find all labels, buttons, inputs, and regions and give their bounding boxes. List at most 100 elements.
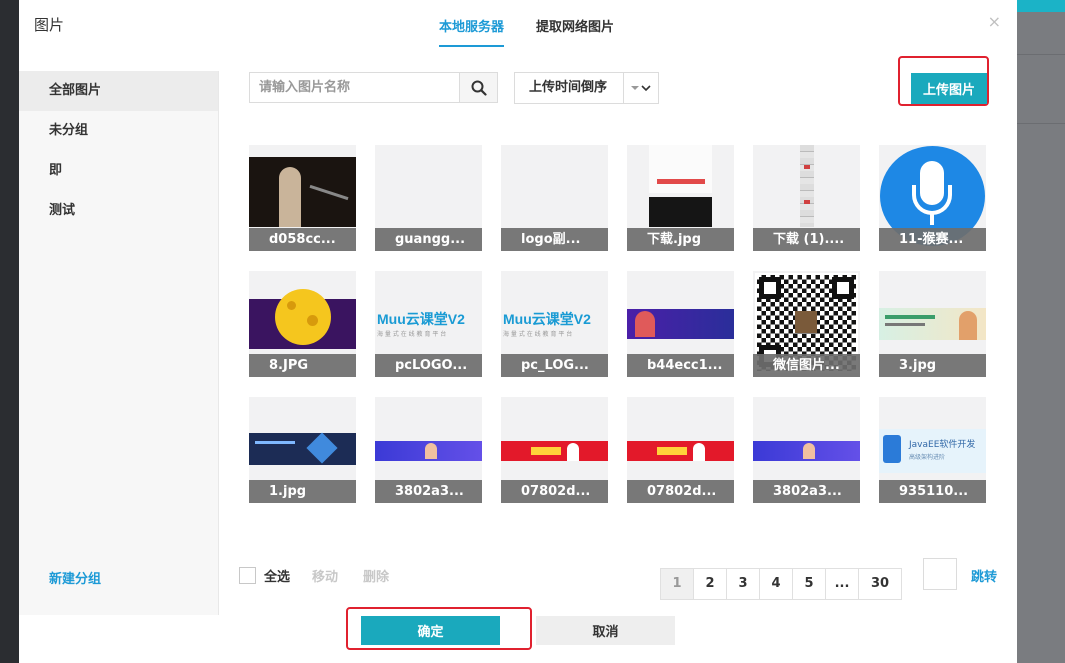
dialog-title: 图片 <box>34 16 65 34</box>
chevron-down-icon[interactable] <box>623 73 658 103</box>
thumbnail-art <box>425 443 437 459</box>
source-tabs: 本地服务器 提取网络图片 <box>439 16 646 47</box>
image-thumbnail[interactable]: 07802d... <box>627 397 734 503</box>
image-caption: 下载 (1).... <box>753 228 860 251</box>
thumbnail-art <box>930 213 934 225</box>
delete-button[interactable]: 删除 <box>363 566 389 585</box>
select-all-checkbox[interactable] <box>239 567 256 584</box>
thumbnail-art <box>635 311 655 337</box>
image-thumbnail[interactable]: 下载.jpg <box>627 145 734 251</box>
image-caption: d058cc... <box>249 228 356 251</box>
thumbnail-art <box>249 157 356 227</box>
image-caption: 1.jpg <box>249 480 356 503</box>
image-caption: 3802a3... <box>753 480 860 503</box>
tab-local-server[interactable]: 本地服务器 <box>439 16 505 47</box>
thumbnail-art <box>287 301 296 310</box>
sidebar-item-ungrouped[interactable]: 未分组 <box>19 111 218 151</box>
image-caption: 3802a3... <box>375 480 482 503</box>
group-sidebar: 全部图片 未分组 即 测试 新建分组 <box>19 71 219 615</box>
tab-network-image[interactable]: 提取网络图片 <box>536 16 614 47</box>
logo-subtext: 海 量 式 在 线 教 育 平 台 <box>377 331 447 338</box>
image-caption: guangg... <box>375 228 482 251</box>
page-button[interactable]: 2 <box>694 569 727 599</box>
background-page-left <box>0 0 19 663</box>
page-button[interactable]: 1 <box>661 569 694 599</box>
thumbnail-art <box>279 167 301 227</box>
search-input[interactable] <box>250 73 459 102</box>
page-button[interactable]: 4 <box>760 569 793 599</box>
thumbnail-art <box>657 447 687 455</box>
logo-subtext: 海 量 式 在 线 教 育 平 台 <box>503 331 573 338</box>
page-button[interactable]: 30 <box>859 569 901 599</box>
logo-text: Muu云课堂V2 <box>377 311 465 327</box>
image-thumbnail[interactable]: Muu云课堂V2 海 量 式 在 线 教 育 平 台 pcLOGO... <box>375 271 482 377</box>
thumbnail-art <box>759 277 781 299</box>
image-thumbnail[interactable]: 3802a3... <box>375 397 482 503</box>
background-divider <box>1017 123 1065 124</box>
new-group-link[interactable]: 新建分组 <box>49 568 101 587</box>
logo-text: Muu云课堂V2 <box>503 311 591 327</box>
thumbnail-art <box>307 315 318 326</box>
thumbnail-art <box>804 200 810 204</box>
page-button[interactable]: 3 <box>727 569 760 599</box>
image-thumbnail[interactable]: 8.JPG <box>249 271 356 377</box>
page-button[interactable]: 5 <box>793 569 826 599</box>
image-thumbnail[interactable]: d058cc... <box>249 145 356 251</box>
thumbnail-art <box>657 179 705 184</box>
thumbnail-art: Muu云课堂V2 <box>503 309 608 329</box>
upload-image-button[interactable]: 上传图片 <box>911 73 987 104</box>
image-thumbnail[interactable]: guangg... <box>375 145 482 251</box>
background-page-right <box>1017 0 1065 663</box>
thumbnail-art <box>795 311 817 333</box>
image-caption: 935110... <box>879 480 986 503</box>
confirm-button[interactable]: 确定 <box>361 616 500 645</box>
search-button[interactable] <box>459 73 497 102</box>
image-thumbnail[interactable]: 3802a3... <box>753 397 860 503</box>
close-icon[interactable]: × <box>988 12 1001 31</box>
image-caption: 07802d... <box>501 480 608 503</box>
thumbnail-art <box>649 197 712 227</box>
thumbnail-art <box>832 277 854 299</box>
sidebar-item-ji[interactable]: 即 <box>19 151 218 191</box>
thumbnail-art <box>649 145 712 193</box>
thumbnail-art <box>800 145 814 227</box>
sidebar-item-all-images[interactable]: 全部图片 <box>19 71 218 111</box>
thumbnail-art <box>883 435 901 463</box>
image-thumbnail[interactable]: 07802d... <box>501 397 608 503</box>
thumbnail-art <box>249 433 356 465</box>
image-thumbnail[interactable]: Muu云课堂V2 海 量 式 在 线 教 育 平 台 pc_LOG... <box>501 271 608 377</box>
sort-select[interactable]: 上传时间倒序 <box>514 72 659 104</box>
page-jump-link[interactable]: 跳转 <box>971 566 997 585</box>
pagination: 1 2 3 4 5... 30 <box>660 568 902 600</box>
image-thumbnail[interactable]: JavaEE软件开发 高级架构进阶 935110... <box>879 397 986 503</box>
search-box <box>249 72 498 103</box>
image-thumbnail[interactable]: 3.jpg <box>879 271 986 377</box>
image-caption: pc_LOG... <box>501 354 608 377</box>
image-thumbnail[interactable]: 11-猴赛... <box>879 145 986 251</box>
thumbnail-art <box>885 315 935 319</box>
image-caption: 3.jpg <box>879 354 986 377</box>
page-button[interactable]: ... <box>826 569 859 599</box>
search-icon <box>471 80 487 96</box>
image-picker-dialog: 图片 本地服务器 提取网络图片 × 全部图片 未分组 即 测试 新建分组 上传时… <box>19 0 1017 663</box>
image-caption: pcLOGO... <box>375 354 482 377</box>
cancel-button[interactable]: 取消 <box>536 616 675 645</box>
page-jump-input[interactable] <box>923 558 957 590</box>
thumbnail-art <box>959 311 977 340</box>
background-divider <box>1017 54 1065 55</box>
image-thumbnail[interactable]: logo副... <box>501 145 608 251</box>
image-caption: logo副... <box>501 228 608 251</box>
sidebar-item-test[interactable]: 测试 <box>19 191 218 231</box>
image-thumbnail[interactable]: 1.jpg <box>249 397 356 503</box>
thumbnail-art <box>885 323 925 326</box>
select-all-label: 全选 <box>264 570 291 585</box>
thumbnail-art <box>275 289 331 345</box>
image-thumbnail[interactable]: 下载 (1).... <box>753 145 860 251</box>
javaee-subtext: 高级架构进阶 <box>909 454 946 461</box>
image-thumbnail[interactable]: b44ecc1... <box>627 271 734 377</box>
thumbnail-art: Muu云课堂V2 <box>377 309 482 329</box>
move-button[interactable]: 移动 <box>312 566 338 585</box>
image-thumbnail[interactable]: 微信图片... <box>753 271 860 377</box>
background-header-strip <box>1017 0 1065 12</box>
image-caption: 07802d... <box>627 480 734 503</box>
